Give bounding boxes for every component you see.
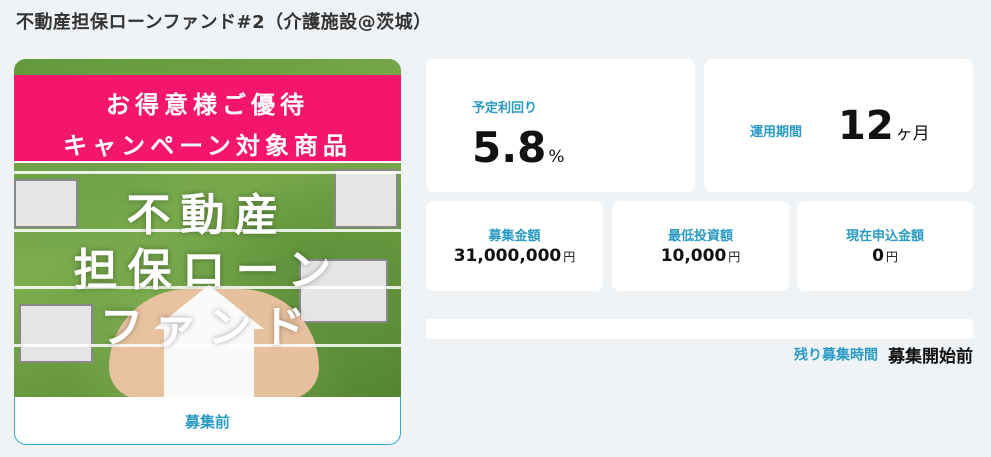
period-label: 運用期間 <box>750 125 803 140</box>
min-investment-label: 最低投資額 <box>667 229 733 244</box>
period-unit: ヶ月 <box>895 124 930 144</box>
target-amount-card: 募集金額 31,000,000 円 <box>426 201 603 291</box>
yield-label: 予定利回り <box>472 101 538 116</box>
banner-main-line-2: 担保ローン <box>73 245 342 296</box>
target-amount-unit: 円 <box>563 250 576 264</box>
current-applied-value: 0 <box>872 246 884 266</box>
divider <box>14 171 401 174</box>
remaining-time-label: 残り募集時間 <box>794 347 878 364</box>
yield-value-wrap: 5.8% <box>472 123 565 172</box>
min-investment-card: 最低投資額 10,000 円 <box>612 201 789 291</box>
remaining-time: 残り募集時間 募集開始前 <box>794 342 973 367</box>
yield-value: 5.8 <box>472 123 547 172</box>
min-investment-value-wrap: 10,000 円 <box>612 246 789 266</box>
remaining-time-value: 募集開始前 <box>888 347 973 367</box>
period-value-wrap: 12 ヶ月 <box>838 103 930 149</box>
promo-banner: お得意様ご優待 キャンペーン対象商品 <box>14 75 401 163</box>
yield-card: 予定利回り 5.8% <box>426 59 695 192</box>
promo-line-1: お得意様ご優待 <box>106 91 309 119</box>
period-value: 12 <box>838 103 894 149</box>
min-investment-value: 10,000 <box>660 246 727 266</box>
current-applied-unit: 円 <box>885 250 898 264</box>
current-applied-label: 現在申込金額 <box>845 229 924 244</box>
fund-title: 不動産担保ローンファンド#2（介護施設@茨城） <box>16 12 432 33</box>
progress-bar <box>426 319 973 339</box>
target-amount-value-wrap: 31,000,000 円 <box>426 246 603 266</box>
recruit-status: 募集前 <box>184 412 230 431</box>
promo-line-2: キャンペーン対象商品 <box>63 132 352 160</box>
current-applied-value-wrap: 0円 <box>797 246 973 266</box>
fund-banner-image[interactable]: お得意様ご優待 キャンペーン対象商品 不動産 担保ローン ファンド <box>14 59 401 397</box>
banner-main-line-3: ファンド <box>99 302 316 353</box>
min-investment-unit: 円 <box>728 250 741 264</box>
target-amount-value: 31,000,000 <box>453 246 562 266</box>
period-card: 運用期間 12 ヶ月 <box>704 59 973 192</box>
current-applied-card: 現在申込金額 0円 <box>797 201 973 291</box>
yield-unit: % <box>548 147 565 167</box>
target-amount-label: 募集金額 <box>488 229 541 244</box>
